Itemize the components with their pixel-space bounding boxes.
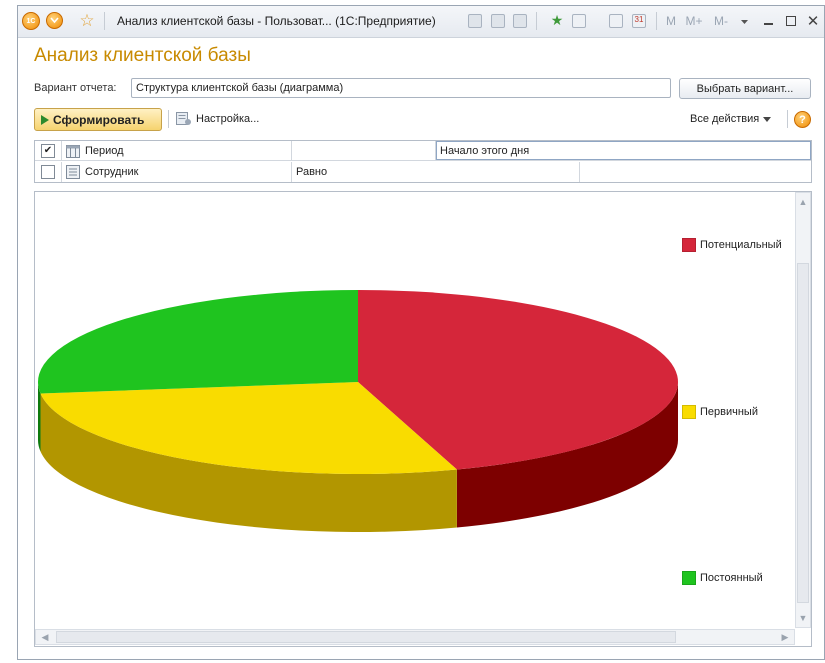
dropdown-icon[interactable]	[738, 15, 750, 29]
filter-condition-cell[interactable]	[292, 141, 436, 160]
legend-label-regular: Постоянный	[700, 572, 763, 584]
toolbar-separator-2	[656, 12, 657, 30]
legend-swatch-regular	[682, 571, 696, 585]
choose-variant-button[interactable]: Выбрать вариант...	[679, 78, 811, 99]
filter-checkbox-period[interactable]: ✔	[41, 143, 55, 158]
close-icon[interactable]: ✕	[805, 12, 821, 30]
horizontal-scrollbar[interactable]: ◀ ▶	[35, 629, 795, 645]
legend-item-regular: Постоянный	[682, 571, 763, 585]
filter-value-cell[interactable]	[580, 162, 811, 182]
legend-swatch-potential	[682, 238, 696, 252]
catalog-field-icon	[66, 165, 80, 179]
variant-label: Вариант отчета:	[34, 82, 117, 94]
toolbar-separator	[536, 12, 537, 30]
calendar-field-icon	[66, 144, 80, 158]
filter-checkbox-cell	[35, 162, 62, 182]
star-icon[interactable]: ☆	[77, 11, 97, 31]
memory-m-button[interactable]: M	[663, 13, 679, 29]
legend-item-primary: Первичный	[682, 405, 758, 419]
calendar-icon[interactable]: 31	[632, 14, 646, 28]
pie-slice-regular	[37, 290, 358, 394]
filter-field-period: Период	[85, 144, 124, 157]
scroll-left-icon[interactable]: ◀	[38, 630, 52, 644]
legend-item-potential: Потенциальный	[682, 238, 782, 252]
maximize-icon[interactable]	[784, 13, 798, 29]
filter-value-period: Начало этого дня	[440, 144, 530, 157]
filter-checkbox-cell: ✔	[35, 141, 62, 160]
settings-label: Настройка...	[196, 113, 260, 125]
history-icon[interactable]	[572, 14, 586, 28]
window-title: Анализ клиентской базы - Пользоват... (1…	[117, 14, 436, 28]
filter-row-employee[interactable]: Сотрудник Равно	[35, 162, 811, 182]
settings-icon	[176, 112, 191, 125]
filter-condition-cell[interactable]: Равно	[292, 162, 580, 182]
chevron-down-icon	[740, 20, 748, 24]
help-icon[interactable]: ?	[794, 111, 811, 128]
memory-plus-button[interactable]: M+	[683, 13, 705, 29]
scroll-up-icon[interactable]: ▲	[796, 195, 810, 209]
toolbar-divider-2	[787, 110, 788, 128]
filter-value-cell[interactable]: Начало этого дня	[436, 141, 811, 160]
minimize-icon[interactable]	[761, 13, 775, 29]
pie-chart	[37, 290, 678, 532]
preview-icon[interactable]	[513, 14, 527, 28]
all-actions-menu[interactable]: Все действия	[690, 111, 772, 127]
favorite-icon[interactable]: ★	[548, 11, 566, 29]
play-icon	[41, 114, 49, 125]
page-title: Анализ клиентской базы	[34, 45, 251, 66]
memory-plus-label: M+	[685, 14, 703, 28]
legend-label-potential: Потенциальный	[700, 239, 782, 251]
app-logo-icon[interactable]: 1С	[22, 12, 40, 30]
back-icon[interactable]	[46, 12, 63, 29]
variant-field[interactable]: Структура клиентской базы (диаграмма)	[131, 78, 671, 98]
memory-minus-button[interactable]: M-	[710, 13, 732, 29]
generate-button[interactable]: Сформировать	[34, 108, 162, 131]
scroll-thumb-vertical[interactable]	[797, 263, 809, 603]
all-actions-label: Все действия	[690, 113, 760, 125]
generate-label: Сформировать	[53, 112, 145, 127]
title-separator	[104, 12, 105, 30]
legend-label-primary: Первичный	[700, 406, 758, 418]
filter-field-cell: Сотрудник	[62, 162, 292, 182]
memory-m-label: M	[666, 14, 676, 28]
toolbar-divider	[168, 110, 169, 128]
filter-row-period[interactable]: ✔ Период Начало этого дня	[35, 141, 811, 161]
logo-text: 1С	[26, 17, 36, 25]
legend-swatch-primary	[682, 405, 696, 419]
variant-value: Структура клиентской базы (диаграмма)	[136, 82, 344, 94]
scroll-down-icon[interactable]: ▼	[796, 611, 810, 625]
filter-field-cell: Период	[62, 141, 292, 160]
memory-minus-label: M-	[714, 14, 728, 28]
scroll-thumb-horizontal[interactable]	[56, 631, 676, 643]
settings-button[interactable]: Настройка...	[176, 110, 259, 128]
save-icon[interactable]	[468, 14, 482, 28]
print-icon[interactable]	[491, 14, 505, 28]
choose-variant-label: Выбрать вариант...	[696, 82, 794, 95]
chevron-down-icon	[50, 17, 59, 24]
filter-condition-employee: Равно	[296, 166, 328, 178]
help-label: ?	[799, 113, 806, 126]
filter-field-employee: Сотрудник	[85, 166, 139, 178]
scroll-right-icon[interactable]: ▶	[778, 630, 792, 644]
chevron-down-icon	[763, 116, 772, 122]
calculator-icon[interactable]	[609, 14, 623, 28]
vertical-scrollbar[interactable]: ▲ ▼	[795, 192, 811, 628]
filter-checkbox-employee[interactable]	[41, 165, 55, 179]
